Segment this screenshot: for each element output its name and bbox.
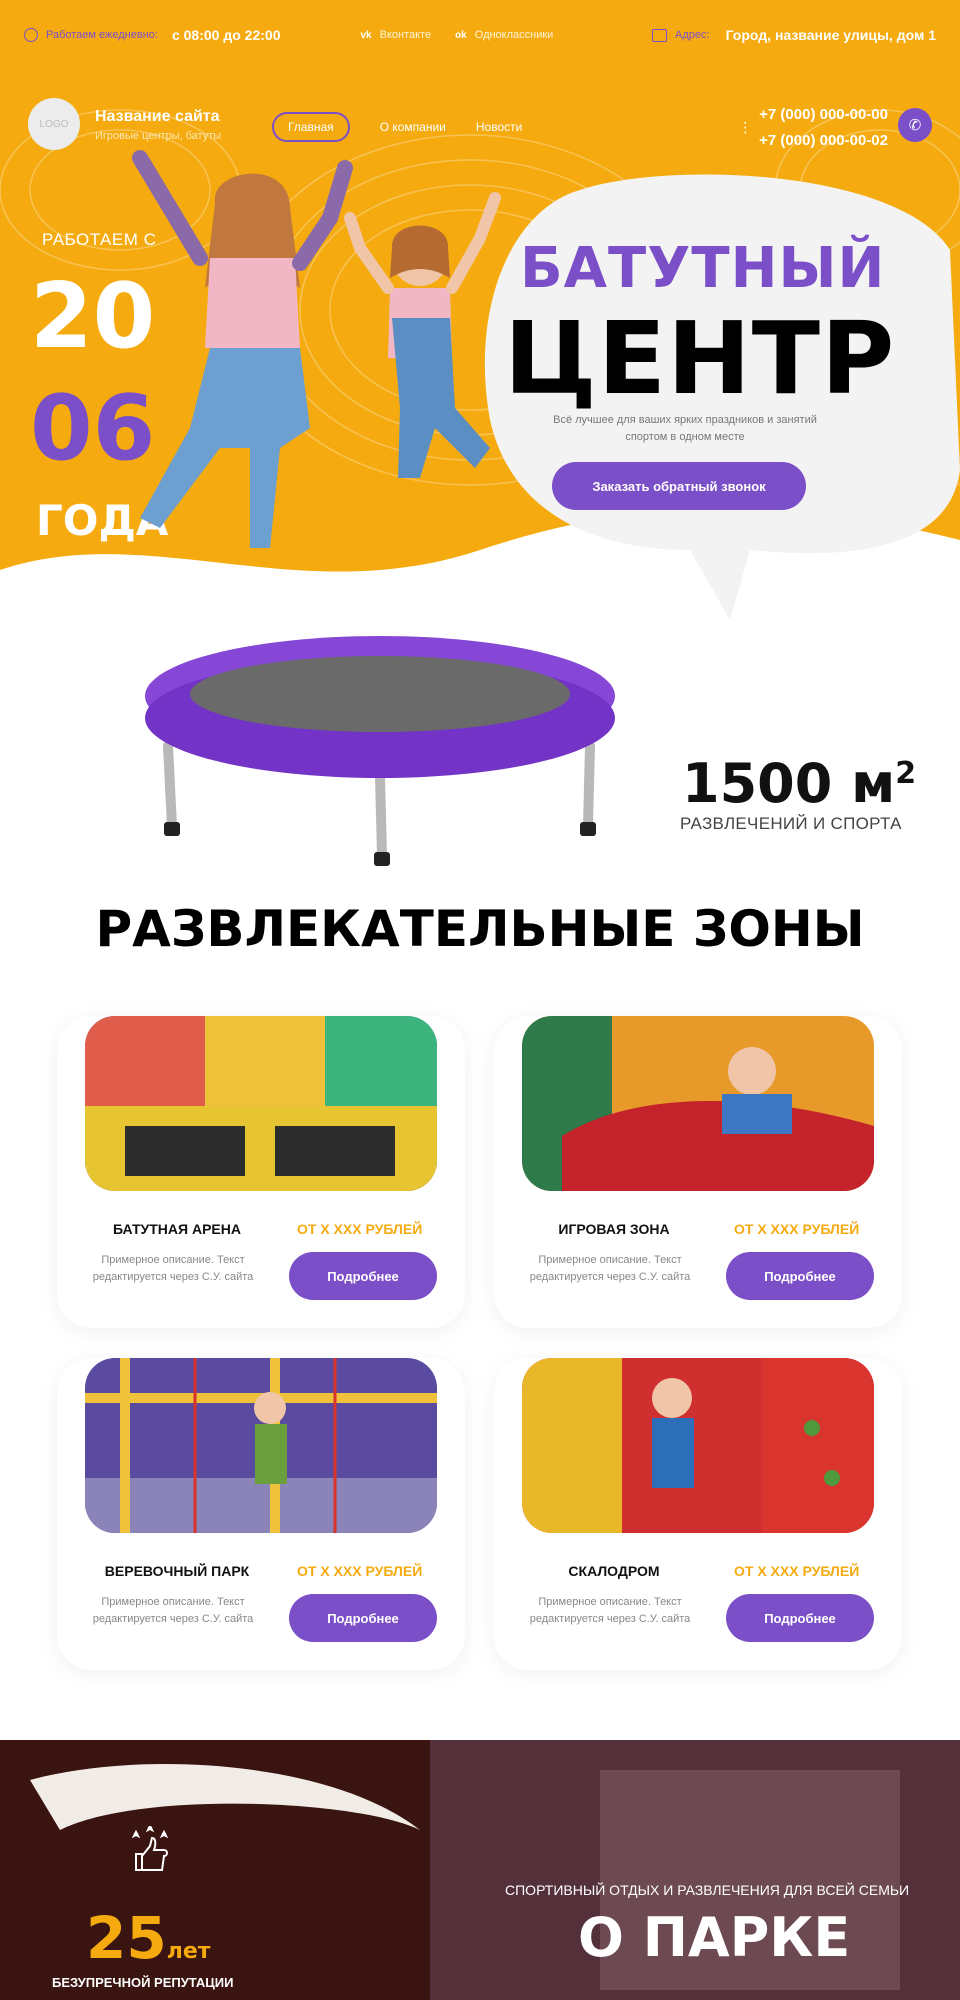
address: Адрес: Город, название улицы, дом 1 (652, 27, 936, 43)
zone-image-rope-park (85, 1358, 437, 1533)
hero-title-line-1: БАТУТНЫЙ (520, 236, 886, 301)
hero-title-line-2: ЦЕНТР (504, 300, 896, 417)
zone-image-climbing (522, 1358, 874, 1533)
main-nav: Главная О компании Новости ⋮ (272, 112, 752, 142)
ok-label: Одноклассники (474, 29, 554, 41)
zone-name: СКАЛОДРОМ (568, 1563, 660, 1579)
zone-card-rope-park: ВЕРЕВОЧНЫЙ ПАРК ОТ X XXX РУБЛЕЙ Примерно… (57, 1358, 465, 1670)
reputation-years: 25лет (86, 1904, 211, 1972)
zone-card-climbing: СКАЛОДРОМ ОТ X XXX РУБЛЕЙ Примерное опис… (494, 1358, 902, 1670)
address-label: Адрес: (675, 29, 710, 41)
zone-price: ОТ X XXX РУБЛЕЙ (734, 1221, 860, 1237)
trampoline-image (145, 636, 615, 866)
site-name[interactable]: Название сайта (95, 108, 220, 126)
area-number: 1500 м (682, 752, 896, 815)
zone-price: ОТ X XXX РУБЛЕЙ (734, 1563, 860, 1579)
vk-link[interactable]: vk Вконтакте (360, 29, 431, 41)
phone-list: +7 (000) 000-00-00 +7 (000) 000-00-02 (759, 102, 888, 154)
zone-name: БАТУТНАЯ АРЕНА (113, 1221, 241, 1237)
site-subtitle: Игровые центры, батуты (95, 130, 222, 142)
zone-details-button[interactable]: Подробнее (726, 1594, 874, 1642)
address-value: Город, название улицы, дом 1 (725, 27, 936, 43)
ok-link[interactable]: ok Одноклассники (455, 29, 553, 41)
zone-price: ОТ X XXX РУБЛЕЙ (297, 1221, 423, 1237)
zone-card-trampoline: БАТУТНАЯ АРЕНА ОТ X XXX РУБЛЕЙ Примерное… (57, 1016, 465, 1328)
hours-value: с 08:00 до 22:00 (171, 27, 281, 43)
zone-description: Примерное описание. Текст редактируется … (92, 1254, 254, 1283)
zone-name: ИГРОВАЯ ЗОНА (558, 1221, 670, 1237)
zone-card-playzone: ИГРОВАЯ ЗОНА ОТ X XXX РУБЛЕЙ Примерное о… (494, 1016, 902, 1328)
social-links: vk Вконтакте ok Одноклассники (360, 29, 553, 41)
phone-1[interactable]: +7 (000) 000-00-00 (759, 102, 888, 128)
reputation-unit: лет (166, 1939, 211, 1964)
zone-description: Примерное описание. Текст редактируется … (529, 1596, 691, 1625)
jumping-kids-image (132, 150, 501, 548)
area-unit-exponent: 2 (895, 756, 917, 791)
phone-icon[interactable]: ✆ (898, 108, 932, 142)
about-title: О ПАРКЕ (578, 1906, 851, 1969)
vk-icon: vk (360, 29, 372, 41)
zone-description: Примерное описание. Текст редактируется … (529, 1254, 691, 1283)
zone-image-playzone (522, 1016, 874, 1191)
about-kicker: СПОРТИВНЫЙ ОТДЫХ И РАЗВЛЕЧЕНИЯ ДЛЯ ВСЕЙ … (505, 1882, 910, 1898)
hero-description: Всё лучшее для ваших ярких праздников и … (553, 414, 817, 443)
callback-button[interactable]: Заказать обратный звонок (552, 462, 806, 510)
working-hours: Работаем ежедневно: с 08:00 до 22:00 (24, 27, 280, 43)
phone-2[interactable]: +7 (000) 000-00-02 (759, 128, 888, 154)
thumbs-up-stars-icon (131, 1826, 169, 1871)
zone-details-button[interactable]: Подробнее (289, 1252, 437, 1300)
vk-label: Вконтакте (379, 29, 432, 41)
zone-price: ОТ X XXX РУБЛЕЙ (297, 1563, 423, 1579)
clock-icon (24, 28, 38, 42)
nav-news[interactable]: Новости (476, 120, 522, 134)
logo[interactable]: LOGO (28, 98, 80, 150)
more-menu-icon[interactable]: ⋮ (738, 119, 752, 136)
area-value: 1500 м2 (682, 752, 916, 815)
reputation-label: БЕЗУПРЕЧНОЙ РЕПУТАЦИИ (52, 1975, 234, 1990)
zone-details-button[interactable]: Подробнее (289, 1594, 437, 1642)
top-bar: Работаем ежедневно: с 08:00 до 22:00 vk В… (0, 0, 960, 70)
zone-description: Примерное описание. Текст редактируется … (92, 1596, 254, 1625)
zones-title: РАЗВЛЕКАТЕЛЬНЫЕ ЗОНЫ (95, 900, 865, 958)
ok-icon: ok (455, 29, 467, 41)
nav-home[interactable]: Главная (272, 112, 350, 142)
reputation-number: 25 (86, 1904, 167, 1972)
zone-details-button[interactable]: Подробнее (726, 1252, 874, 1300)
map-icon (652, 28, 668, 42)
zone-image-trampoline (85, 1016, 437, 1191)
area-label: РАЗВЛЕЧЕНИЙ И СПОРТА (680, 814, 902, 833)
hours-label: Работаем ежедневно: (46, 29, 158, 41)
zone-name: ВЕРЕВОЧНЫЙ ПАРК (104, 1563, 250, 1579)
nav-about[interactable]: О компании (380, 120, 446, 134)
